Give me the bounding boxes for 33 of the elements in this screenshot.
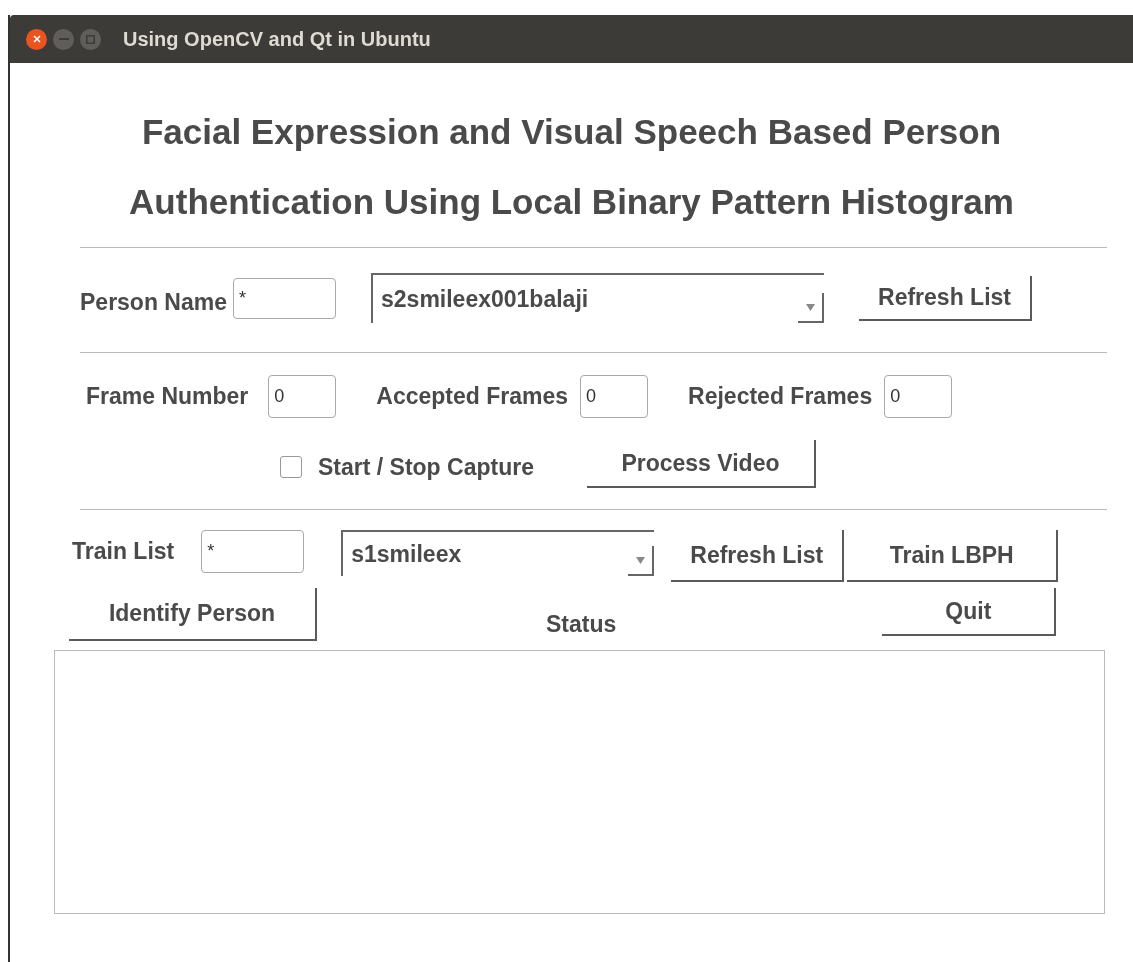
capture-label: Start / Stop Capture xyxy=(318,452,534,482)
capture-checkbox[interactable] xyxy=(280,456,302,478)
frame-count-field[interactable]: 0 xyxy=(884,374,953,418)
dropdown-arrow-icon xyxy=(805,303,815,311)
maximize-button[interactable] xyxy=(80,28,101,50)
close-button[interactable] xyxy=(26,28,47,50)
refresh-list-button[interactable]: Refresh List xyxy=(859,275,1032,321)
train-list-label: Train List xyxy=(72,536,175,566)
dropdown[interactable]: s2smileex001balaji xyxy=(371,273,824,323)
frame-count-label: Rejected Frames xyxy=(688,381,873,411)
heading-line: Facial Expression and Visual Speech Based Person xyxy=(141,111,1002,153)
frame-count-label: Frame Number xyxy=(86,381,249,411)
close-icon xyxy=(32,35,41,43)
person-name-label: Person Name xyxy=(80,287,227,317)
window-title: Using OpenCV and Qt in Ubuntu xyxy=(123,27,431,52)
process-video-button[interactable]: Process Video xyxy=(586,440,816,488)
frame-count-field[interactable]: 0 xyxy=(580,374,649,418)
frame-count-field[interactable]: 0 xyxy=(268,374,337,418)
quit-button[interactable]: Quit xyxy=(882,588,1057,636)
identify-person-button[interactable]: Identify Person xyxy=(69,588,317,641)
dropdown[interactable]: s1smileex xyxy=(341,530,655,576)
minimize-button[interactable] xyxy=(53,28,74,50)
status-text-area[interactable] xyxy=(54,650,1105,914)
maximize-icon xyxy=(86,34,95,44)
refresh-list-button[interactable]: Refresh List xyxy=(671,530,845,582)
person-name-field[interactable]: * xyxy=(233,277,336,319)
train-list-field[interactable]: * xyxy=(201,529,305,573)
dropdown-arrow-icon xyxy=(635,556,645,564)
status-label: Status xyxy=(546,609,617,639)
minimize-icon xyxy=(58,38,69,40)
frame-count-label: Accepted Frames xyxy=(376,381,569,411)
heading-line: Authentication Using Local Binary Pattern Histogram xyxy=(129,181,1014,223)
train-lbph-button[interactable]: Train LBPH xyxy=(847,530,1059,582)
